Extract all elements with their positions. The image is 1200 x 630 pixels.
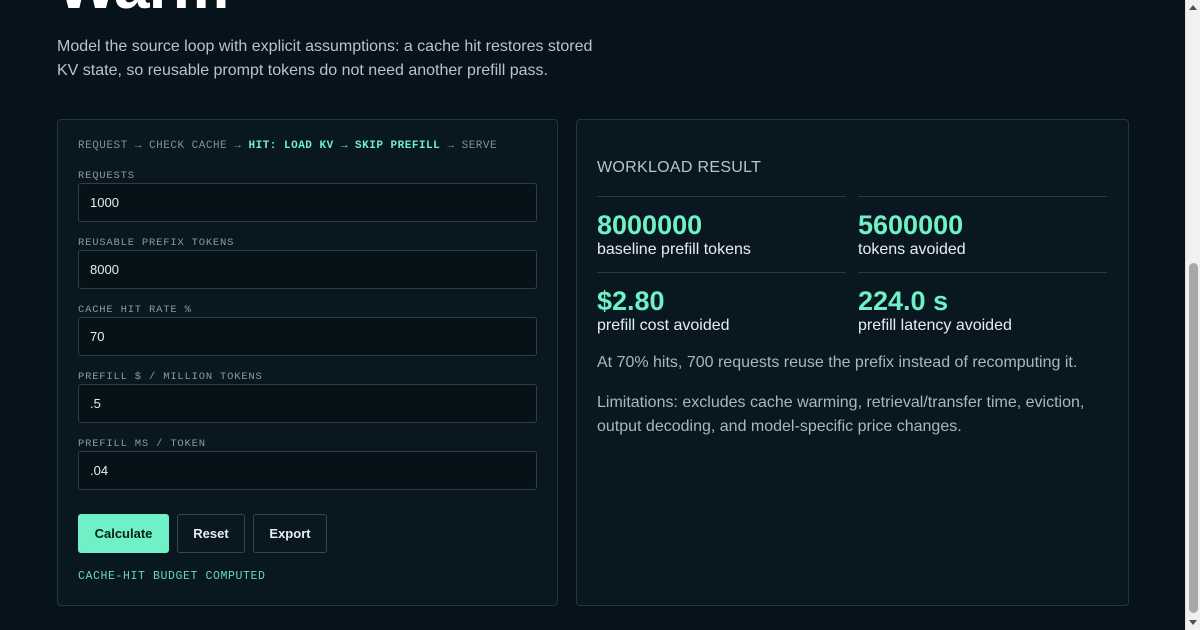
metric-value: 8000000 [597,210,703,240]
arrow-icon: → [234,140,242,152]
arrow-icon: → [340,140,348,152]
price-field: PREFILL $ / MILLION TOKENS [78,371,537,423]
latency-field: PREFILL MS / TOKEN [78,438,537,490]
result-title: WORKLOAD RESULT [597,159,762,176]
calculator-panel: REQUEST → CHECK CACHE → HIT: LOAD KV → S… [57,119,558,606]
scroll-up-icon[interactable] [1189,5,1197,10]
metric-cost-avoided: $2.80 prefill cost avoided [597,272,846,336]
requests-input[interactable] [78,183,537,222]
metric-value: 224.0 s [858,286,949,316]
calculate-button[interactable]: Calculate [78,514,169,553]
metric-latency-avoided: 224.0 s prefill latency avoided [858,272,1107,336]
result-panel: WORKLOAD RESULT 8000000 baseline prefill… [576,119,1129,606]
price-input[interactable] [78,384,537,423]
prefix-tokens-field: REUSABLE PREFIX TOKENS [78,237,537,289]
prefix-tokens-input[interactable] [78,250,537,289]
page-intro: Model the source loop with explicit assu… [57,38,593,79]
metric-tokens-avoided: 5600000 tokens avoided [858,196,1107,260]
flow-step-serve: SERVE [461,140,498,152]
metric-label: prefill latency avoided [858,317,1012,334]
result-limitations: Limitations: excludes cache warming, ret… [597,394,1085,435]
arrow-icon: → [134,140,142,152]
prefix-tokens-label: REUSABLE PREFIX TOKENS [78,237,235,249]
flow-step-check-cache: CHECK CACHE [149,140,228,152]
metric-label: prefill cost avoided [597,317,730,334]
requests-field: REQUESTS [78,170,537,222]
flow-step-load-kv: HIT: LOAD KV [248,140,334,152]
reset-button[interactable]: Reset [177,514,245,553]
status-message: CACHE-HIT BUDGET COMPUTED [78,570,266,583]
scroll-thumb[interactable] [1189,263,1198,613]
page-title: Warm [57,0,229,18]
metric-label: tokens avoided [858,241,966,258]
arrow-icon: → [447,140,455,152]
metric-label: baseline prefill tokens [597,241,751,258]
scroll-down-icon[interactable] [1189,620,1197,625]
flow-step-request: REQUEST [78,140,128,152]
export-button[interactable]: Export [253,514,327,553]
result-summary: At 70% hits, 700 requests reuse the pref… [597,354,1078,371]
cache-flow: REQUEST → CHECK CACHE → HIT: LOAD KV → S… [78,140,497,152]
hit-rate-label: CACHE HIT RATE % [78,304,192,316]
metric-value: 5600000 [858,210,964,240]
flow-step-skip-prefill: SKIP PREFILL [355,140,441,152]
metric-value: $2.80 [597,286,665,316]
price-label: PREFILL $ / MILLION TOKENS [78,371,263,383]
hit-rate-field: CACHE HIT RATE % [78,304,537,356]
hit-rate-input[interactable] [78,317,537,356]
latency-label: PREFILL MS / TOKEN [78,438,206,450]
requests-label: REQUESTS [78,170,135,182]
latency-input[interactable] [78,451,537,490]
page-scrollbar[interactable] [1185,0,1200,630]
metric-baseline-tokens: 8000000 baseline prefill tokens [597,196,846,260]
